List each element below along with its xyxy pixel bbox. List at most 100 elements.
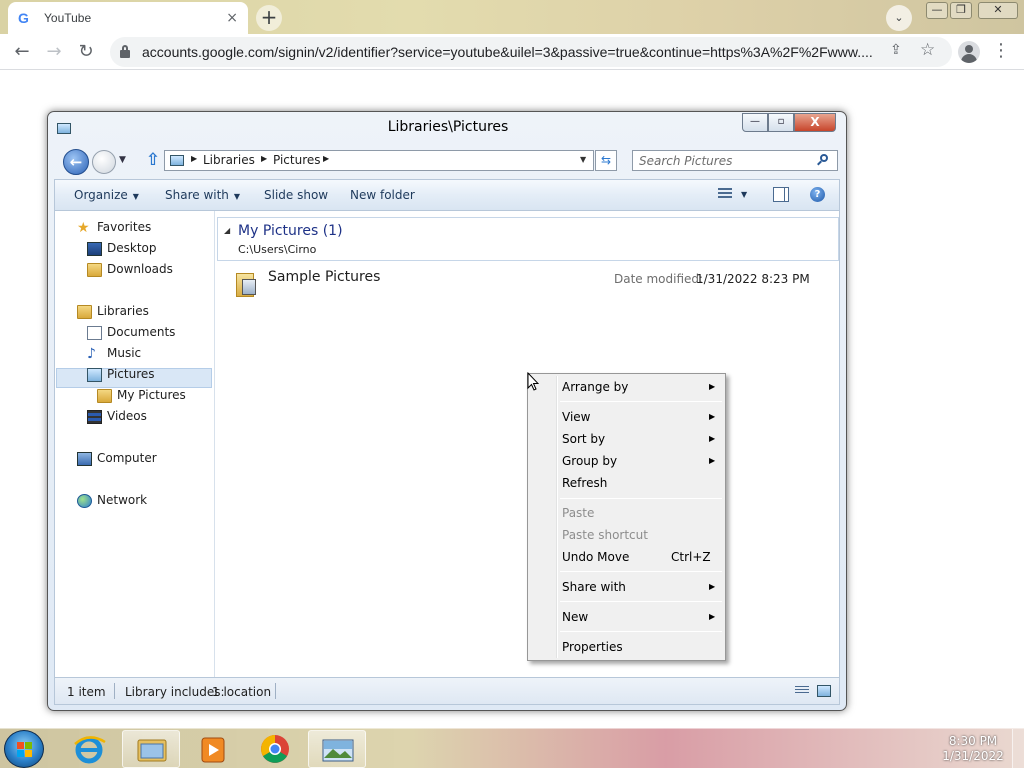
back-arrow-icon[interactable]: ← <box>63 149 89 175</box>
preview-pane-icon[interactable] <box>773 187 789 202</box>
taskbar-media-player[interactable] <box>184 730 242 768</box>
navigation-pane: ★ Favorites Desktop Downloads Libraries … <box>55 211 215 677</box>
menu-item-undo-move[interactable]: Undo Move Ctrl+Z <box>528 546 725 568</box>
file-list-item[interactable]: Sample Pictures Date modified: 1/31/2022… <box>230 267 830 307</box>
browser-menu-icon[interactable]: ⋮ <box>992 40 1010 61</box>
library-locations-link[interactable]: 1 location <box>212 685 271 699</box>
windows-logo-icon <box>17 742 33 758</box>
view-options-chevron-icon[interactable]: ▼ <box>741 190 747 199</box>
explorer-close-button[interactable]: X <box>794 113 836 132</box>
menu-item-label: Share with <box>562 580 626 594</box>
status-divider <box>114 683 115 699</box>
desktop-icon <box>87 242 102 256</box>
bookmark-star-icon[interactable]: ☆ <box>920 40 935 60</box>
taskbar: 8:30 PM 1/31/2022 <box>0 728 1024 768</box>
browser-minimize-button[interactable]: — <box>926 2 948 19</box>
menu-item-sort-by[interactable]: Sort by ▶ <box>528 428 725 450</box>
menu-item-label: Sort by <box>562 432 606 446</box>
menu-item-group-by[interactable]: Group by ▶ <box>528 450 725 472</box>
menu-item-paste-shortcut[interactable]: Paste shortcut <box>528 524 725 546</box>
menu-item-new[interactable]: New ▶ <box>528 606 725 628</box>
browser-tab-youtube[interactable]: G YouTube × <box>8 2 248 34</box>
system-clock[interactable]: 8:30 PM 1/31/2022 <box>940 734 1006 764</box>
collapse-triangle-icon[interactable]: ◢ <box>224 226 230 235</box>
tab-search-button[interactable]: ⌄ <box>886 5 912 31</box>
context-menu: Arrange by ▶ View ▶ Sort by ▶ Group by ▶… <box>527 373 726 661</box>
taskbar-windows-explorer[interactable] <box>122 730 180 768</box>
menu-item-arrange-by[interactable]: Arrange by ▶ <box>528 376 725 398</box>
help-icon[interactable]: ? <box>810 187 825 202</box>
new-tab-button[interactable]: + <box>256 5 282 31</box>
date-modified-label: Date modified: <box>614 272 704 286</box>
change-view-icon[interactable] <box>718 188 732 202</box>
explorer-maximize-button[interactable]: ▫ <box>768 113 794 132</box>
explorer-window: Libraries\Pictures — ▫ X ← ▼ ⇧ ▶ Librari… <box>47 111 847 711</box>
browser-back-button[interactable]: ← <box>10 40 34 64</box>
taskbar-internet-explorer[interactable] <box>60 730 118 768</box>
breadcrumb-arrow-icon[interactable]: ▶ <box>261 154 267 163</box>
menu-item-properties[interactable]: Properties <box>528 636 725 658</box>
breadcrumb-libraries[interactable]: Libraries <box>203 153 255 167</box>
menu-item-refresh[interactable]: Refresh <box>528 472 725 494</box>
taskbar-photo-viewer[interactable] <box>308 730 366 768</box>
browser-forward-button[interactable]: → <box>42 40 66 64</box>
breadcrumb-pictures[interactable]: Pictures <box>273 153 321 167</box>
search-icon[interactable] <box>817 154 829 166</box>
share-with-button[interactable]: Share with ▼ <box>165 188 240 202</box>
show-desktop-button[interactable] <box>1012 729 1024 768</box>
tab-close-icon[interactable]: × <box>226 10 238 26</box>
recent-pages-chevron-icon[interactable]: ▼ <box>119 155 126 165</box>
browser-maximize-button[interactable]: ❐ <box>950 2 972 19</box>
address-bar[interactable]: accounts.google.com/signin/v2/identifier… <box>110 37 952 67</box>
browser-reload-button[interactable]: ↻ <box>74 40 98 64</box>
library-location-path[interactable]: C:\Users\Cirno <box>238 243 316 256</box>
menu-item-paste[interactable]: Paste <box>528 502 725 524</box>
my-pictures-folder-icon <box>97 389 112 403</box>
large-icons-view-icon[interactable] <box>817 685 831 697</box>
slide-show-button[interactable]: Slide show <box>264 188 328 202</box>
menu-item-label: Group by <box>562 454 618 468</box>
search-input[interactable] <box>633 151 813 170</box>
documents-icon <box>87 326 102 340</box>
breadcrumb-arrow-icon[interactable]: ▶ <box>191 154 197 163</box>
tab-title: YouTube <box>44 11 92 25</box>
refresh-icon[interactable]: ⇆ <box>595 150 617 171</box>
profile-avatar-icon[interactable] <box>958 41 980 63</box>
menu-item-share-with[interactable]: Share with ▶ <box>528 576 725 598</box>
menu-item-label: Arrange by <box>562 380 629 394</box>
submenu-arrow-icon: ▶ <box>709 412 716 421</box>
explorer-minimize-button[interactable]: — <box>742 113 768 132</box>
favorites-star-icon: ★ <box>77 220 90 236</box>
search-box[interactable] <box>632 150 838 171</box>
taskbar-chrome[interactable] <box>246 730 304 768</box>
explorer-address-bar[interactable]: ▶ Libraries ▶ Pictures ▶ ▼ <box>164 150 594 171</box>
browser-close-button[interactable]: ✕ <box>978 2 1018 19</box>
submenu-arrow-icon: ▶ <box>709 382 716 391</box>
nav-item-label: Libraries <box>97 304 149 318</box>
lock-icon[interactable] <box>120 45 130 58</box>
mouse-pointer-icon <box>527 372 539 391</box>
up-arrow-icon[interactable]: ⇧ <box>144 150 162 172</box>
url-text[interactable]: accounts.google.com/signin/v2/identifier… <box>142 44 882 60</box>
share-icon[interactable]: ⇪ <box>890 42 902 58</box>
nav-item-label: Computer <box>97 451 157 465</box>
menu-item-view[interactable]: View ▶ <box>528 406 725 428</box>
start-button[interactable] <box>4 730 44 768</box>
forward-arrow-icon[interactable] <box>92 150 116 174</box>
details-view-icon[interactable] <box>795 686 809 697</box>
library-title[interactable]: My Pictures (1) <box>238 223 343 239</box>
menu-item-label: New <box>562 610 589 624</box>
chevron-down-icon: ▼ <box>132 192 139 201</box>
address-history-dropdown-icon[interactable]: ▼ <box>580 155 586 164</box>
downloads-folder-icon <box>87 263 102 277</box>
menu-item-label: Undo Move <box>562 550 630 564</box>
submenu-arrow-icon: ▶ <box>709 434 716 443</box>
nav-item-label: Favorites <box>97 220 152 234</box>
new-folder-button[interactable]: New folder <box>350 188 415 202</box>
nav-item-label: Network <box>97 493 148 507</box>
breadcrumb-arrow-icon[interactable]: ▶ <box>323 154 329 163</box>
music-note-icon: ♪ <box>87 346 96 362</box>
media-player-icon <box>201 737 225 763</box>
organize-button[interactable]: Organize ▼ <box>74 188 139 202</box>
menu-separator <box>560 401 722 402</box>
